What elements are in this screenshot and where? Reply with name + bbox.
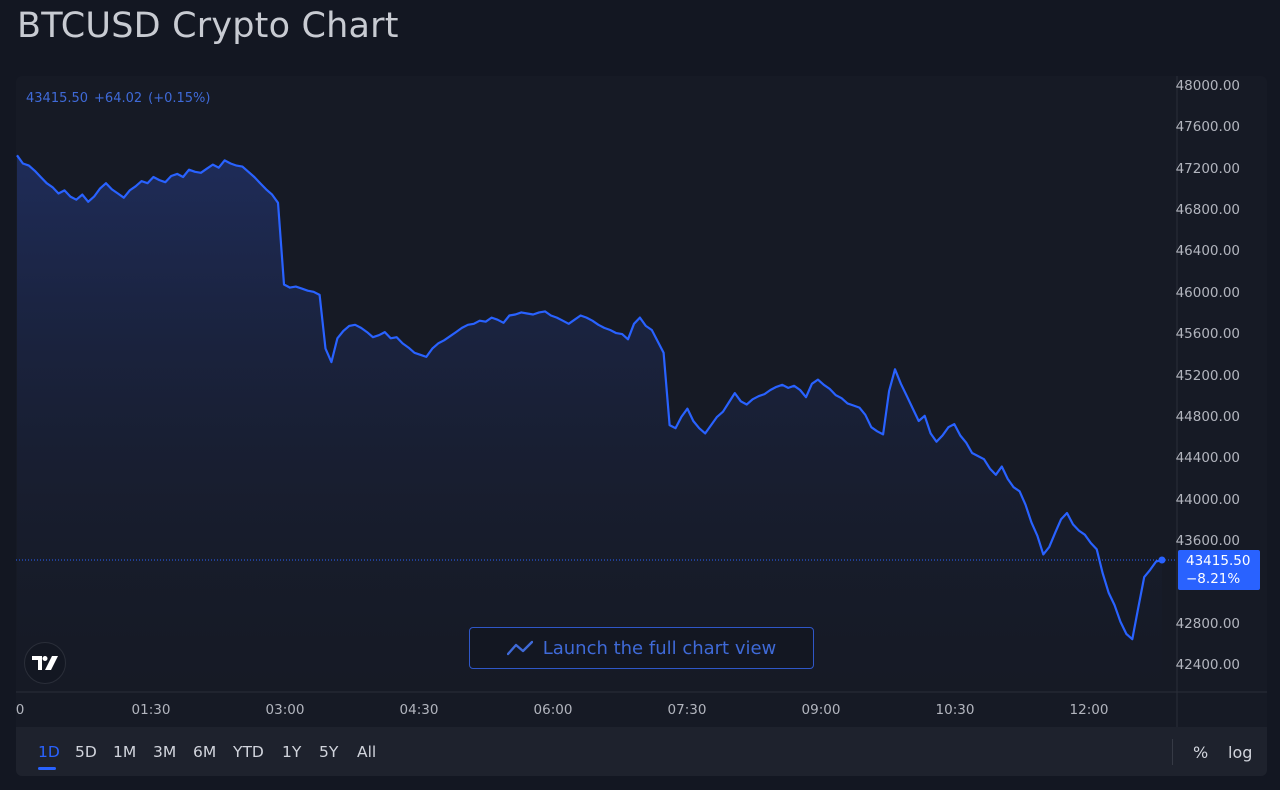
tradingview-logo[interactable]: [24, 642, 66, 684]
price-tick-label: 45600.00: [1175, 326, 1240, 343]
last-price-change: −8.21%: [1186, 571, 1241, 587]
price-tick-label: 47600.00: [1175, 119, 1240, 136]
last-price-tag: 43415.50 −8.21%: [1178, 550, 1260, 590]
range-toolbar: 1D 5D 1M 3M 6M YTD 1Y 5Y All % log: [16, 727, 1267, 776]
price-tick-label: 46800.00: [1175, 202, 1240, 219]
price-legend: 43415.50 +64.02 (+0.15%): [26, 91, 216, 106]
legend-change: +64.02: [94, 91, 143, 106]
price-tick-label: 48000.00: [1175, 78, 1240, 94]
time-tick-label: 01:30: [131, 702, 171, 718]
range-button-all[interactable]: All: [357, 743, 376, 761]
price-tick-label: 44800.00: [1175, 408, 1240, 425]
range-button-3m[interactable]: 3M: [153, 743, 176, 761]
launch-full-chart-button[interactable]: Launch the full chart view: [469, 627, 814, 669]
legend-change-pct: (+0.15%): [148, 91, 211, 106]
time-tick-label: 09:00: [801, 702, 841, 718]
time-tick-label: 04:30: [399, 702, 439, 718]
range-button-5y[interactable]: 5Y: [319, 743, 338, 761]
range-button-1y[interactable]: 1Y: [282, 743, 301, 761]
range-button-1m[interactable]: 1M: [113, 743, 136, 761]
time-tick-label: 03:00: [265, 702, 305, 718]
toolbar-divider: [1172, 739, 1173, 765]
time-tick-label: 0: [15, 702, 25, 718]
percent-scale-toggle[interactable]: %: [1193, 743, 1208, 762]
line-chart-icon: [506, 640, 533, 656]
time-tick-label: 06:00: [533, 702, 573, 718]
range-button-5d[interactable]: 5D: [75, 743, 97, 761]
price-tick-label: 44000.00: [1175, 491, 1240, 508]
price-tick-label: 45200.00: [1175, 367, 1240, 384]
time-tick-label: 10:30: [935, 702, 975, 718]
price-tick-label: 44400.00: [1175, 450, 1240, 467]
launch-button-label: Launch the full chart view: [542, 637, 777, 659]
price-tick-label: 46400.00: [1175, 243, 1240, 260]
last-price-marker: [1158, 556, 1166, 564]
price-tick-label: 47200.00: [1175, 160, 1240, 177]
price-tick-label: 42800.00: [1175, 615, 1240, 632]
range-button-6m[interactable]: 6M: [193, 743, 216, 761]
price-tick-label: 43600.00: [1175, 532, 1240, 549]
time-tick-label: 07:30: [667, 702, 707, 718]
tradingview-logo-icon: [32, 656, 58, 670]
time-tick-label: 12:00: [1069, 702, 1109, 718]
active-range-indicator: [38, 767, 56, 770]
price-tick-label: 46000.00: [1175, 284, 1240, 301]
range-button-1d[interactable]: 1D: [38, 743, 60, 761]
last-price-value: 43415.50: [1186, 553, 1251, 569]
log-scale-toggle[interactable]: log: [1228, 743, 1252, 762]
price-chart[interactable]: [0, 0, 1280, 790]
price-tick-label: 42400.00: [1175, 657, 1240, 673]
range-button-ytd[interactable]: YTD: [233, 743, 264, 761]
legend-price: 43415.50: [26, 91, 89, 106]
price-area-fill: [17, 155, 1162, 692]
